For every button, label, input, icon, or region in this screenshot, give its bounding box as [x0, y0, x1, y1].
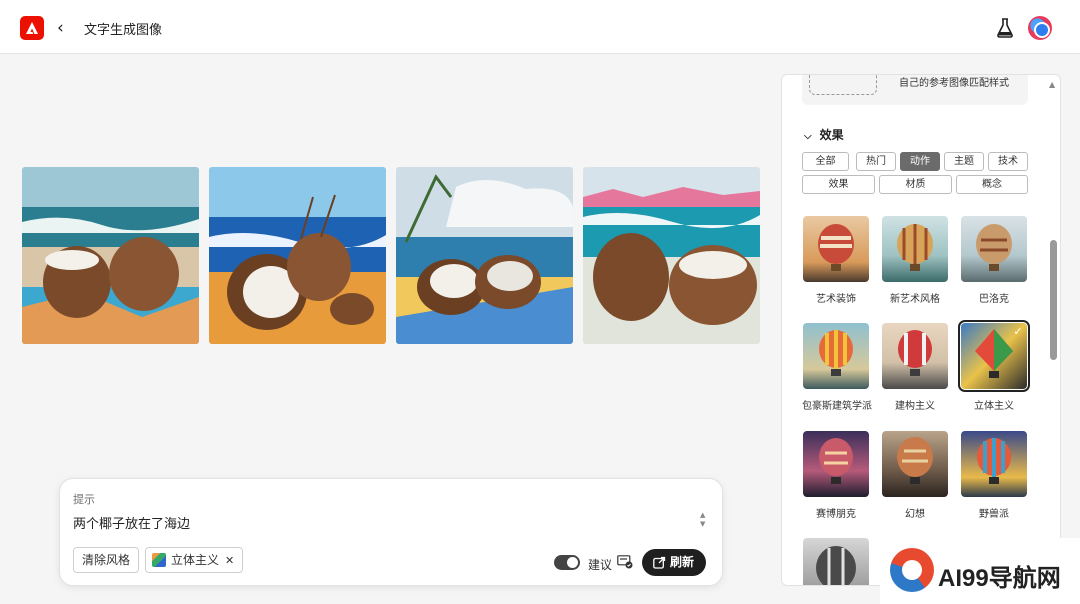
tag-technique[interactable]: 技术 — [988, 152, 1028, 171]
remove-style-icon[interactable]: ✕ — [225, 549, 234, 573]
tag-popular[interactable]: 热门 — [856, 152, 896, 171]
generated-image-3[interactable] — [396, 167, 573, 344]
style-tile-next[interactable] — [802, 538, 870, 585]
style-label: 包豪斯建筑学派 — [802, 401, 872, 412]
style-thumbnail — [803, 216, 869, 282]
reference-image-upload[interactable]: 自己的参考图像匹配样式 — [802, 75, 1028, 105]
style-label: 野兽派 — [979, 509, 1009, 520]
style-label: 立体主义 — [974, 401, 1014, 412]
suggest-label: 建议 — [588, 558, 613, 572]
style-thumbnail — [882, 216, 948, 282]
tag-movement[interactable]: 动作 — [900, 152, 940, 171]
style-thumbnail — [803, 323, 869, 389]
tag-concept[interactable]: 概念 — [956, 175, 1028, 194]
style-panel: 自己的参考图像匹配样式 ⌵ 效果 全部 热门 动作 主题 技术 效果 材质 概念 … — [781, 74, 1061, 586]
panel-scrollbar-thumb[interactable] — [1050, 240, 1057, 360]
style-label: 艺术装饰 — [816, 294, 856, 305]
watermark-logo-icon — [890, 548, 934, 592]
style-tile-cubism[interactable]: ✓ 立体主义 — [958, 320, 1030, 412]
style-tile-fantasy[interactable]: 幻想 — [881, 431, 949, 520]
generated-image-2[interactable] — [209, 167, 386, 344]
prompt-panel: 提示 两个椰子放在了海边 ▲ ▼ 清除风格 立体主义 ✕ 建议 刷新 — [59, 478, 723, 586]
tag-material[interactable]: 材质 — [879, 175, 952, 194]
style-thumbnail — [961, 216, 1027, 282]
style-label: 幻想 — [905, 509, 925, 520]
tag-effects[interactable]: 效果 — [802, 175, 875, 194]
style-tile-baroque[interactable]: 巴洛克 — [960, 216, 1028, 305]
tag-all[interactable]: 全部 — [802, 152, 849, 171]
style-tile-constructivism[interactable]: 建构主义 — [881, 323, 949, 412]
style-label: 赛博朋克 — [816, 509, 856, 520]
style-thumbnail — [803, 538, 869, 585]
prompt-resize-stepper[interactable]: ▲ ▼ — [700, 511, 705, 529]
style-thumbnail — [961, 431, 1027, 497]
suggest-settings-icon[interactable] — [617, 555, 633, 569]
style-chip: 立体主义 ✕ — [145, 547, 244, 573]
style-tile-bauhaus[interactable]: 包豪斯建筑学派 — [802, 323, 872, 412]
flask-icon[interactable] — [996, 18, 1014, 38]
tag-theme[interactable]: 主题 — [944, 152, 984, 171]
refresh-button[interactable]: 刷新 — [642, 549, 707, 576]
chevron-down-icon: ⌵ — [804, 131, 812, 142]
generated-image-1[interactable] — [22, 167, 199, 344]
upload-dropzone[interactable] — [809, 75, 877, 95]
effects-section-header[interactable]: ⌵ 效果 — [804, 126, 844, 143]
prompt-label: 提示 — [73, 493, 95, 506]
prompt-input[interactable]: 两个椰子放在了海边 — [73, 513, 190, 532]
generated-image-4[interactable] — [583, 167, 760, 344]
style-label: 新艺术风格 — [890, 294, 940, 305]
page-title: 文字生成图像 — [84, 23, 163, 38]
reference-hint: 自己的参考图像匹配样式 — [899, 78, 1009, 89]
suggest-toggle[interactable] — [554, 555, 580, 570]
style-chip-label: 立体主义 — [171, 553, 220, 567]
scroll-up-arrow-icon[interactable]: ▲ — [1049, 80, 1055, 89]
effects-heading: 效果 — [819, 128, 844, 142]
refresh-label: 刷新 — [670, 555, 695, 569]
style-thumbnail — [882, 323, 948, 389]
selected-check-icon: ✓ — [1013, 325, 1023, 338]
style-tile-art-deco[interactable]: 艺术装饰 — [802, 216, 870, 305]
style-label: 建构主义 — [895, 401, 935, 412]
watermark: AI99导航网 — [880, 538, 1080, 604]
app-header: ‹ 文字生成图像 — [0, 0, 1080, 54]
style-tile-art-nouveau[interactable]: 新艺术风格 — [881, 216, 949, 305]
refresh-icon — [653, 556, 666, 569]
style-thumbnail-icon — [152, 553, 166, 567]
clear-style-button[interactable]: 清除风格 — [73, 547, 140, 573]
style-thumbnail: ✓ — [958, 320, 1030, 392]
back-chevron-icon[interactable]: ‹ — [57, 18, 71, 38]
user-avatar[interactable] — [1028, 16, 1052, 40]
style-tile-cyberpunk[interactable]: 赛博朋克 — [802, 431, 870, 520]
style-label: 巴洛克 — [979, 294, 1009, 305]
adobe-logo-icon[interactable] — [20, 16, 44, 40]
style-tile-fauvism[interactable]: 野兽派 — [960, 431, 1028, 520]
style-thumbnail — [803, 431, 869, 497]
watermark-text: AI99导航网 — [938, 565, 1061, 592]
style-thumbnail — [882, 431, 948, 497]
